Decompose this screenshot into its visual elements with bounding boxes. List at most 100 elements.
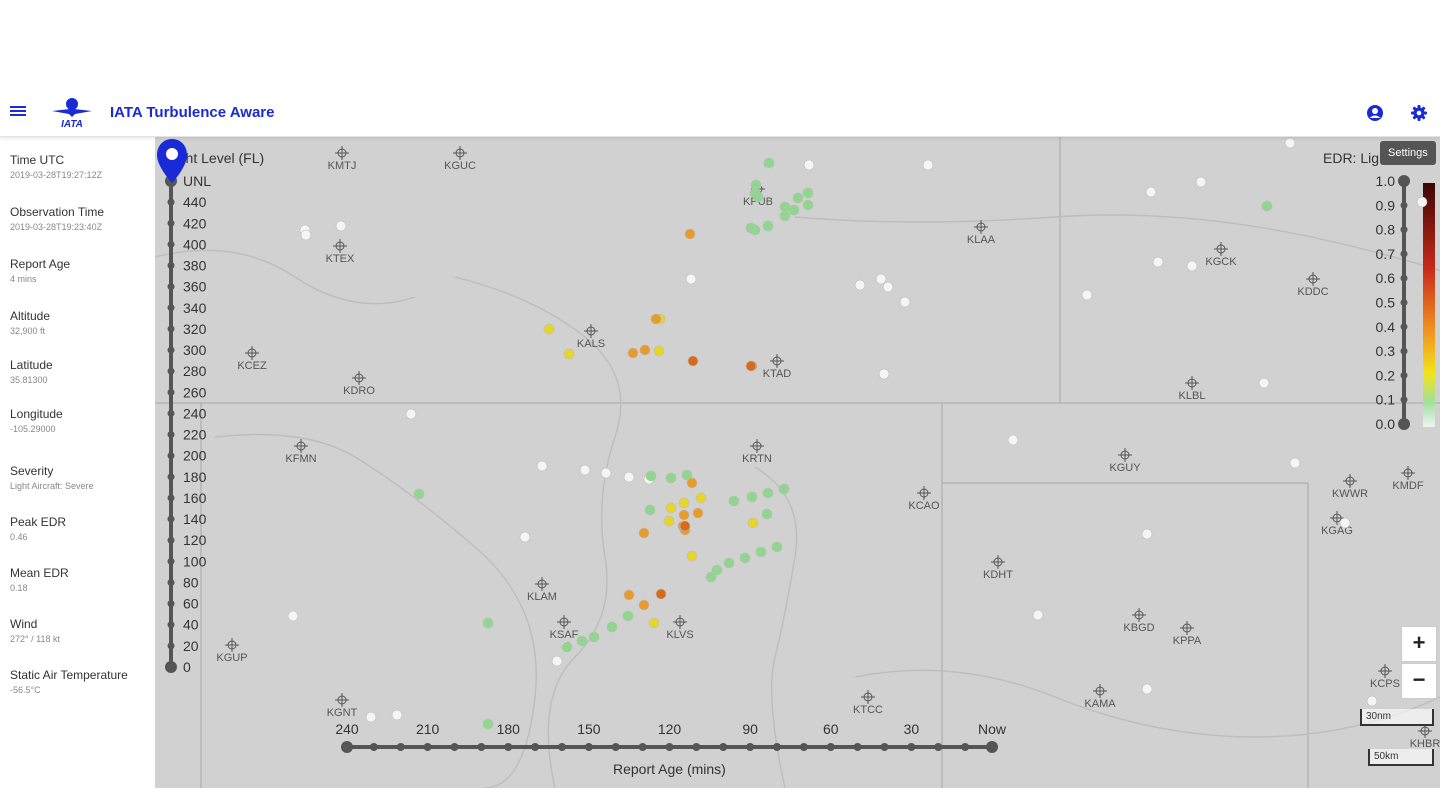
airport-marker[interactable]: KLAA (967, 220, 996, 246)
map-layer[interactable]: UNL4404204003803603403203002802602402202… (155, 137, 1440, 788)
report-age-tick-dot[interactable] (369, 743, 378, 751)
turbulence-report-dot[interactable] (1284, 137, 1296, 149)
report-age-tick-dot[interactable] (746, 743, 755, 751)
turbulence-report-dot[interactable] (561, 641, 573, 653)
airport-marker[interactable]: KCPS (1370, 664, 1400, 690)
turbulence-report-dot[interactable] (563, 348, 575, 360)
turbulence-report-dot[interactable] (653, 345, 665, 357)
turbulence-report-dot[interactable] (746, 491, 758, 503)
turbulence-report-dot[interactable] (1145, 186, 1157, 198)
turbulence-report-dot[interactable] (687, 355, 699, 367)
edr-tick-dot[interactable] (1400, 274, 1408, 282)
turbulence-report-dot[interactable] (745, 360, 757, 372)
edr-tick-dot[interactable] (1400, 396, 1408, 404)
airport-marker[interactable]: KTEX (326, 239, 355, 265)
gear-icon[interactable] (1410, 104, 1428, 122)
turbulence-report-dot[interactable] (686, 477, 698, 489)
turbulence-report-dot[interactable] (705, 571, 717, 583)
fl-tick-dot[interactable] (167, 325, 175, 333)
turbulence-report-dot[interactable] (648, 617, 660, 629)
airport-marker[interactable]: KDHT (983, 555, 1013, 581)
edr-tick-dot[interactable] (1400, 177, 1408, 185)
flight-level-slider[interactable]: UNL4404204003803603403203002802602402202… (165, 173, 211, 675)
airport-marker[interactable]: KGCK (1205, 242, 1237, 268)
turbulence-report-dot[interactable] (762, 487, 774, 499)
airport-marker[interactable]: KALS (577, 324, 605, 350)
airport-marker[interactable]: KCEZ (237, 346, 267, 372)
turbulence-report-dot[interactable] (723, 557, 735, 569)
edr-tick-dot[interactable] (1400, 347, 1408, 355)
airport-marker[interactable]: KCAO (908, 486, 940, 512)
fl-tick-dot[interactable] (167, 219, 175, 227)
turbulence-report-dot[interactable] (788, 204, 800, 216)
fl-tick-dot[interactable] (167, 198, 175, 206)
airport-marker[interactable]: KFMN (285, 439, 317, 465)
report-age-tick-dot[interactable] (907, 743, 916, 751)
turbulence-report-dot[interactable] (623, 471, 635, 483)
turbulence-report-dot[interactable] (779, 210, 791, 222)
turbulence-report-dot[interactable] (882, 281, 894, 293)
report-age-tick-dot[interactable] (504, 743, 513, 751)
turbulence-report-dot[interactable] (391, 709, 403, 721)
turbulence-report-dot[interactable] (665, 472, 677, 484)
fl-tick-dot[interactable] (167, 494, 175, 502)
turbulence-report-dot[interactable] (747, 517, 759, 529)
report-age-tick-dot[interactable] (638, 743, 647, 751)
turbulence-report-dot[interactable] (679, 520, 691, 532)
turbulence-report-dot[interactable] (1186, 260, 1198, 272)
fl-tick-dot[interactable] (167, 557, 175, 565)
edr-tick-dot[interactable] (1400, 201, 1408, 209)
turbulence-report-dot[interactable] (655, 588, 667, 600)
airport-marker[interactable]: KGNT (327, 693, 358, 719)
report-age-tick-dot[interactable] (988, 743, 996, 751)
turbulence-report-dot[interactable] (519, 531, 531, 543)
turbulence-report-dot[interactable] (543, 323, 555, 335)
edr-tick-dot[interactable] (1400, 250, 1408, 258)
fl-tick-dot[interactable] (167, 283, 175, 291)
fl-tick-dot[interactable] (167, 600, 175, 608)
airport-marker[interactable]: KPPA (1173, 621, 1202, 647)
fl-tick-dot[interactable] (167, 304, 175, 312)
report-age-tick-dot[interactable] (558, 743, 566, 751)
turbulence-report-dot[interactable] (762, 220, 774, 232)
turbulence-report-dot[interactable] (365, 711, 377, 723)
turbulence-report-dot[interactable] (638, 599, 650, 611)
report-age-tick-dot[interactable] (396, 743, 405, 751)
edr-tick-dot[interactable] (1400, 323, 1408, 331)
turbulence-report-dot[interactable] (600, 467, 612, 479)
turbulence-report-dot[interactable] (300, 229, 312, 241)
turbulence-report-dot[interactable] (1289, 457, 1301, 469)
turbulence-report-dot[interactable] (1258, 377, 1270, 389)
report-age-tick-dot[interactable] (880, 743, 889, 751)
turbulence-report-dot[interactable] (536, 460, 548, 472)
airport-marker[interactable]: KMTJ (328, 146, 357, 172)
report-age-tick-dot[interactable] (692, 743, 701, 751)
airport-marker[interactable]: KGUC (444, 146, 476, 172)
fl-tick-dot[interactable] (167, 409, 175, 417)
turbulence-report-dot[interactable] (684, 228, 696, 240)
fl-tick-dot[interactable] (167, 621, 175, 629)
turbulence-report-dot[interactable] (1032, 609, 1044, 621)
selected-report-pin[interactable] (155, 137, 189, 185)
airport-marker[interactable]: KDRO (343, 371, 375, 397)
report-age-tick-dot[interactable] (343, 743, 351, 751)
user-icon[interactable] (1366, 104, 1384, 122)
report-age-tick-dot[interactable] (719, 743, 728, 751)
edr-tick-dot[interactable] (1400, 371, 1408, 379)
airport-marker[interactable]: KDDC (1297, 272, 1329, 298)
turbulence-report-dot[interactable] (576, 635, 588, 647)
fl-tick-dot[interactable] (167, 578, 175, 586)
turbulence-report-dot[interactable] (623, 589, 635, 601)
turbulence-report-dot[interactable] (749, 224, 761, 236)
zoom-out-button[interactable]: − (1401, 663, 1437, 699)
airport-marker[interactable]: KLVS (666, 615, 694, 641)
turbulence-report-dot[interactable] (686, 550, 698, 562)
turbulence-report-dot[interactable] (482, 617, 494, 629)
turbulence-report-dot[interactable] (778, 483, 790, 495)
turbulence-report-dot[interactable] (1366, 695, 1378, 707)
report-age-tick-dot[interactable] (799, 743, 808, 751)
fl-tick-dot[interactable] (167, 388, 175, 396)
turbulence-report-dot[interactable] (899, 296, 911, 308)
turbulence-report-dot[interactable] (413, 488, 425, 500)
turbulence-report-dot[interactable] (678, 497, 690, 509)
